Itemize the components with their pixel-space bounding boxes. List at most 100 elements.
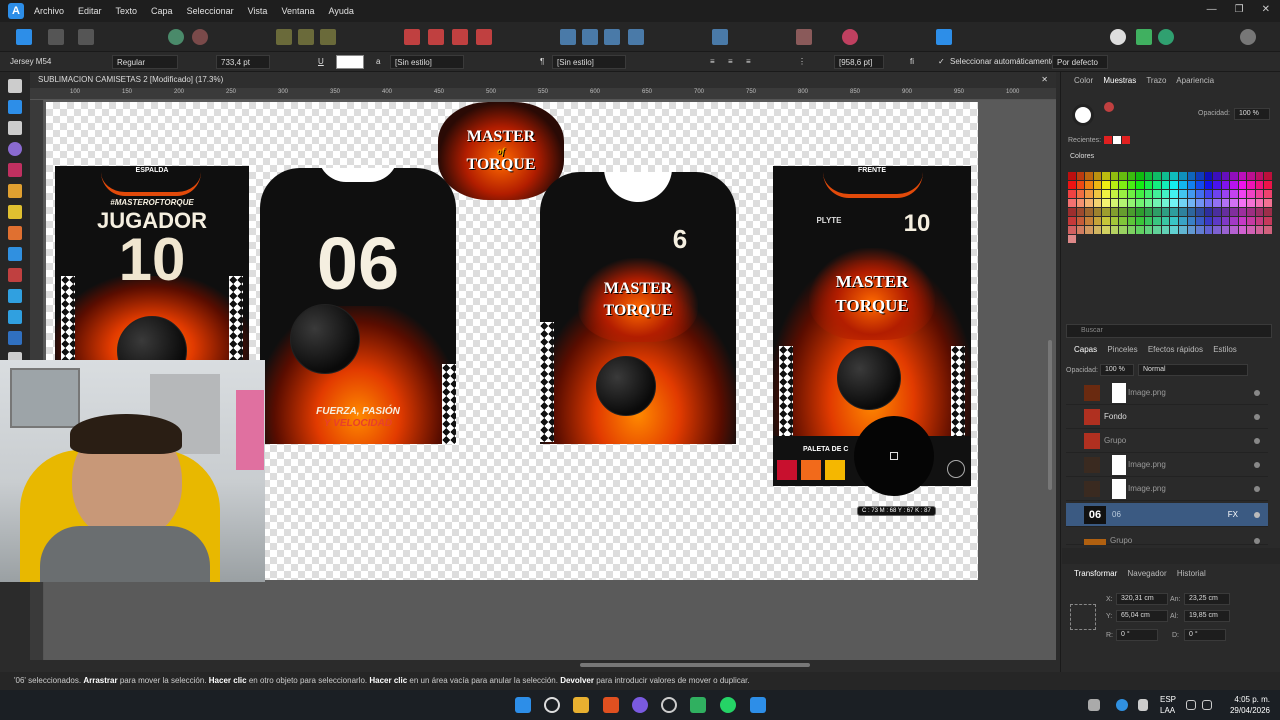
pencil-tool-icon[interactable]	[8, 205, 22, 219]
swatch-cell[interactable]	[1153, 217, 1161, 225]
swatch-cell[interactable]	[1102, 226, 1110, 234]
transparency-tool-icon[interactable]	[8, 163, 22, 177]
clock-date[interactable]: 29/04/2026	[1230, 706, 1270, 715]
jersey-back-mockup[interactable]: ESPALDA #MASTEROFTORQUE JUGADOR 10	[55, 166, 249, 366]
swatch-cell[interactable]	[1145, 235, 1153, 243]
swatch-cell[interactable]	[1247, 226, 1255, 234]
align-right-icon[interactable]: ≡	[746, 55, 751, 69]
distribute-icon[interactable]	[298, 29, 314, 45]
move-tool-icon[interactable]	[8, 79, 22, 93]
swatch-cell[interactable]	[1093, 181, 1102, 189]
visibility-icon[interactable]	[1254, 438, 1260, 444]
swatch-cell[interactable]	[1068, 190, 1076, 198]
swatch-cell[interactable]	[1187, 226, 1196, 234]
swatch-cell[interactable]	[1213, 208, 1221, 216]
pen-tool-icon[interactable]	[8, 184, 22, 198]
text-tool-icon[interactable]	[8, 310, 22, 324]
swatch-palette[interactable]	[1068, 172, 1272, 244]
tray-chevron-icon[interactable]	[1088, 699, 1100, 711]
swatch-cell[interactable]	[1093, 226, 1102, 234]
swatch-cell[interactable]	[1221, 217, 1230, 225]
swatch-cell[interactable]	[1213, 217, 1221, 225]
swatch-cell[interactable]	[1230, 181, 1238, 189]
swatch-cell[interactable]	[1136, 235, 1144, 243]
swatch-cell[interactable]	[1230, 172, 1238, 180]
swatch-cell[interactable]	[1136, 190, 1144, 198]
recent-swatch-red[interactable]	[1104, 136, 1112, 144]
swatch-cell[interactable]	[1221, 199, 1230, 207]
swatch-cell[interactable]	[1247, 235, 1255, 243]
search-icon[interactable]	[544, 697, 560, 713]
layer-row[interactable]: Image.png	[1066, 477, 1268, 501]
swatch-cell[interactable]	[1170, 181, 1179, 189]
swatch-cell[interactable]	[1239, 235, 1247, 243]
assistant-icon[interactable]	[1110, 29, 1126, 45]
visibility-icon[interactable]	[1254, 414, 1260, 420]
swatch-cell[interactable]	[1111, 235, 1119, 243]
tab-trazo[interactable]: Trazo	[1146, 76, 1166, 85]
swatch-cell[interactable]	[1179, 181, 1187, 189]
swatch-cell[interactable]	[1153, 172, 1161, 180]
swatch-cell[interactable]	[1264, 217, 1272, 225]
swatch-cell[interactable]	[1196, 226, 1204, 234]
swatch-cell[interactable]	[1161, 172, 1170, 180]
swatch-cell[interactable]	[1119, 217, 1127, 225]
width-field[interactable]: [958,6 pt]	[834, 55, 884, 69]
tab-color[interactable]: Color	[1074, 76, 1093, 85]
swatch-cell[interactable]	[1187, 172, 1196, 180]
bullets-icon[interactable]: ⋮	[798, 55, 806, 69]
swatch-cell[interactable]	[1110, 217, 1119, 225]
swatch-cell[interactable]	[1153, 235, 1161, 243]
swatch-cell[interactable]	[1221, 181, 1230, 189]
swatch-cell[interactable]	[1238, 217, 1247, 225]
flip-horizontal-icon[interactable]	[560, 29, 576, 45]
swatch-cell[interactable]	[1076, 190, 1085, 198]
swatch-cell[interactable]	[1076, 217, 1085, 225]
swatch-cell[interactable]	[1102, 217, 1110, 225]
swatch-cell[interactable]	[1161, 217, 1170, 225]
swatch-cell[interactable]	[1085, 190, 1093, 198]
pixel-persona-icon[interactable]	[48, 29, 64, 45]
snapping-icon[interactable]	[168, 29, 184, 45]
eyedropper-tool-icon[interactable]	[8, 268, 22, 282]
swatch-cell[interactable]	[1110, 226, 1119, 234]
globe-icon[interactable]	[1158, 29, 1174, 45]
swatch-cell[interactable]	[1102, 208, 1110, 216]
order-icon[interactable]	[712, 29, 728, 45]
arrange-icon[interactable]	[320, 29, 336, 45]
swatch-cell[interactable]	[1076, 199, 1085, 207]
font-family-select[interactable]: Jersey M54	[10, 55, 51, 69]
visibility-icon[interactable]	[1254, 538, 1260, 544]
x-field[interactable]: 320,31 cm	[1116, 593, 1168, 605]
swatch-cell[interactable]	[1230, 226, 1238, 234]
visibility-icon[interactable]	[1254, 486, 1260, 492]
swatch-cell[interactable]	[1187, 199, 1196, 207]
layer-row[interactable]: Image.png	[1066, 381, 1268, 405]
file-explorer-icon[interactable]	[573, 697, 589, 713]
swatch-cell[interactable]	[1068, 172, 1076, 180]
char-style-select[interactable]: [Sin estilo]	[390, 55, 464, 69]
swatch-cell[interactable]	[1256, 235, 1264, 243]
swatch-cell[interactable]	[1264, 199, 1272, 207]
swatch-cell[interactable]	[1196, 235, 1204, 243]
swatch-cell[interactable]	[1085, 235, 1093, 243]
boolean-add-icon[interactable]	[404, 29, 420, 45]
flip-vertical-icon[interactable]	[582, 29, 598, 45]
swatch-cell[interactable]	[1076, 226, 1085, 234]
color-picker-icon[interactable]	[842, 29, 858, 45]
underline-icon[interactable]: U	[318, 55, 324, 69]
align-center-icon[interactable]: ≡	[728, 55, 733, 69]
para-style-select[interactable]: [Sin estilo]	[552, 55, 626, 69]
font-style-select[interactable]: Regular	[112, 55, 178, 69]
menu-editar[interactable]: Editar	[78, 6, 102, 16]
account-icon[interactable]	[1240, 29, 1256, 45]
menu-ventana[interactable]: Ventana	[281, 6, 314, 16]
swatch-cell[interactable]	[1247, 208, 1255, 216]
swatch-cell[interactable]	[1238, 172, 1247, 180]
swatch-cell[interactable]	[1187, 208, 1196, 216]
swatch-cell[interactable]	[1170, 172, 1179, 180]
swatch-cell[interactable]	[1144, 172, 1153, 180]
jersey-6-design[interactable]: 6 MASTER TORQUE	[540, 172, 736, 444]
vertical-scrollbar[interactable]	[1048, 340, 1052, 490]
swatch-cell[interactable]	[1255, 226, 1264, 234]
